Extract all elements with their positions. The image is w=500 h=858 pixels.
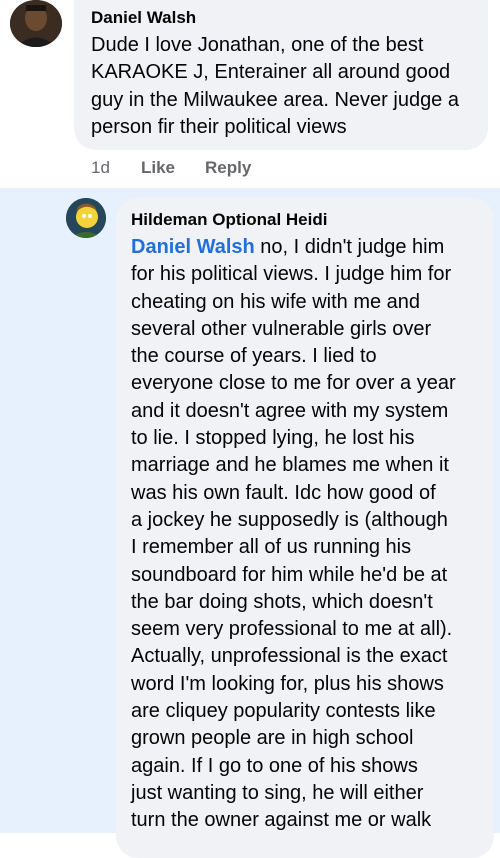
comment-line: Dude I love Jonathan, one of the best: [91, 34, 424, 56]
comment-line: the course of years. I lied to: [131, 345, 377, 368]
profile-photo-icon: [10, 0, 62, 47]
comment-line: to lie. I stopped lying, he lost his: [131, 427, 415, 450]
comment-line: again. If I go to one of his shows: [131, 754, 418, 777]
comment-line: for his political views. I judge him for: [131, 263, 452, 286]
comment-line: a jockey he supposedly is (although: [131, 508, 448, 531]
comment-line: was his own fault. Idc how good of: [131, 481, 436, 504]
avatar[interactable]: [10, 0, 62, 47]
comment-actions: 1d Like Reply: [91, 158, 251, 178]
comment-author[interactable]: Daniel Walsh: [91, 8, 196, 28]
comment-daniel: Daniel Walsh Dude I love Jonathan, one o…: [0, 0, 500, 188]
comment-line-rest: no, I didn't judge him: [254, 236, 445, 258]
comment-line: are cliquey popularity contests like: [131, 700, 436, 723]
comment-text: Daniel Walsh no, I didn't judge him for …: [131, 234, 481, 835]
comment-line: marriage and he blames me when it: [131, 454, 449, 477]
comment-line: just wanting to sing, he will either: [131, 781, 424, 804]
comment-line: turn the owner against me or walk: [131, 809, 432, 832]
comment-line: soundboard for him while he'd be at: [131, 563, 448, 586]
like-button[interactable]: Like: [141, 158, 205, 178]
comment-line: I remember all of us running his: [131, 536, 412, 559]
comment-text: Dude I love Jonathan, one of the best KA…: [91, 32, 481, 141]
comment-line: Actually, unprofessional is the exact: [131, 645, 448, 668]
mention-link[interactable]: Daniel Walsh: [131, 236, 255, 258]
comment-line: word I'm looking for, plus his shows: [131, 672, 444, 695]
avatar[interactable]: [66, 198, 106, 238]
profile-photo-icon: [66, 198, 106, 238]
comment-line: person fir their political views: [91, 115, 347, 138]
comment-line: guy in the Milwaukee area. Never judge a: [91, 88, 459, 111]
comment-line: several other vulnerable girls over: [131, 317, 432, 340]
comment-line: KARAOKE J, Enterainer all around good: [91, 61, 451, 84]
comment-timestamp[interactable]: 1d: [91, 158, 141, 178]
comment-line: the bar doing shots, which doesn't: [131, 590, 433, 613]
comment-line: cheating on his wife with me and: [131, 290, 421, 313]
reply-button[interactable]: Reply: [205, 158, 251, 178]
comment-author[interactable]: Hildeman Optional Heidi: [131, 210, 327, 230]
comment-line: seem very professional to me at all).: [131, 618, 453, 641]
comment-line: and it doesn't agree with my system: [131, 399, 449, 422]
comment-line: everyone close to me for over a year: [131, 372, 456, 395]
comment-line: grown people are in high school: [131, 727, 414, 750]
comment-first-line: Daniel Walsh no, I didn't judge him: [131, 234, 481, 261]
